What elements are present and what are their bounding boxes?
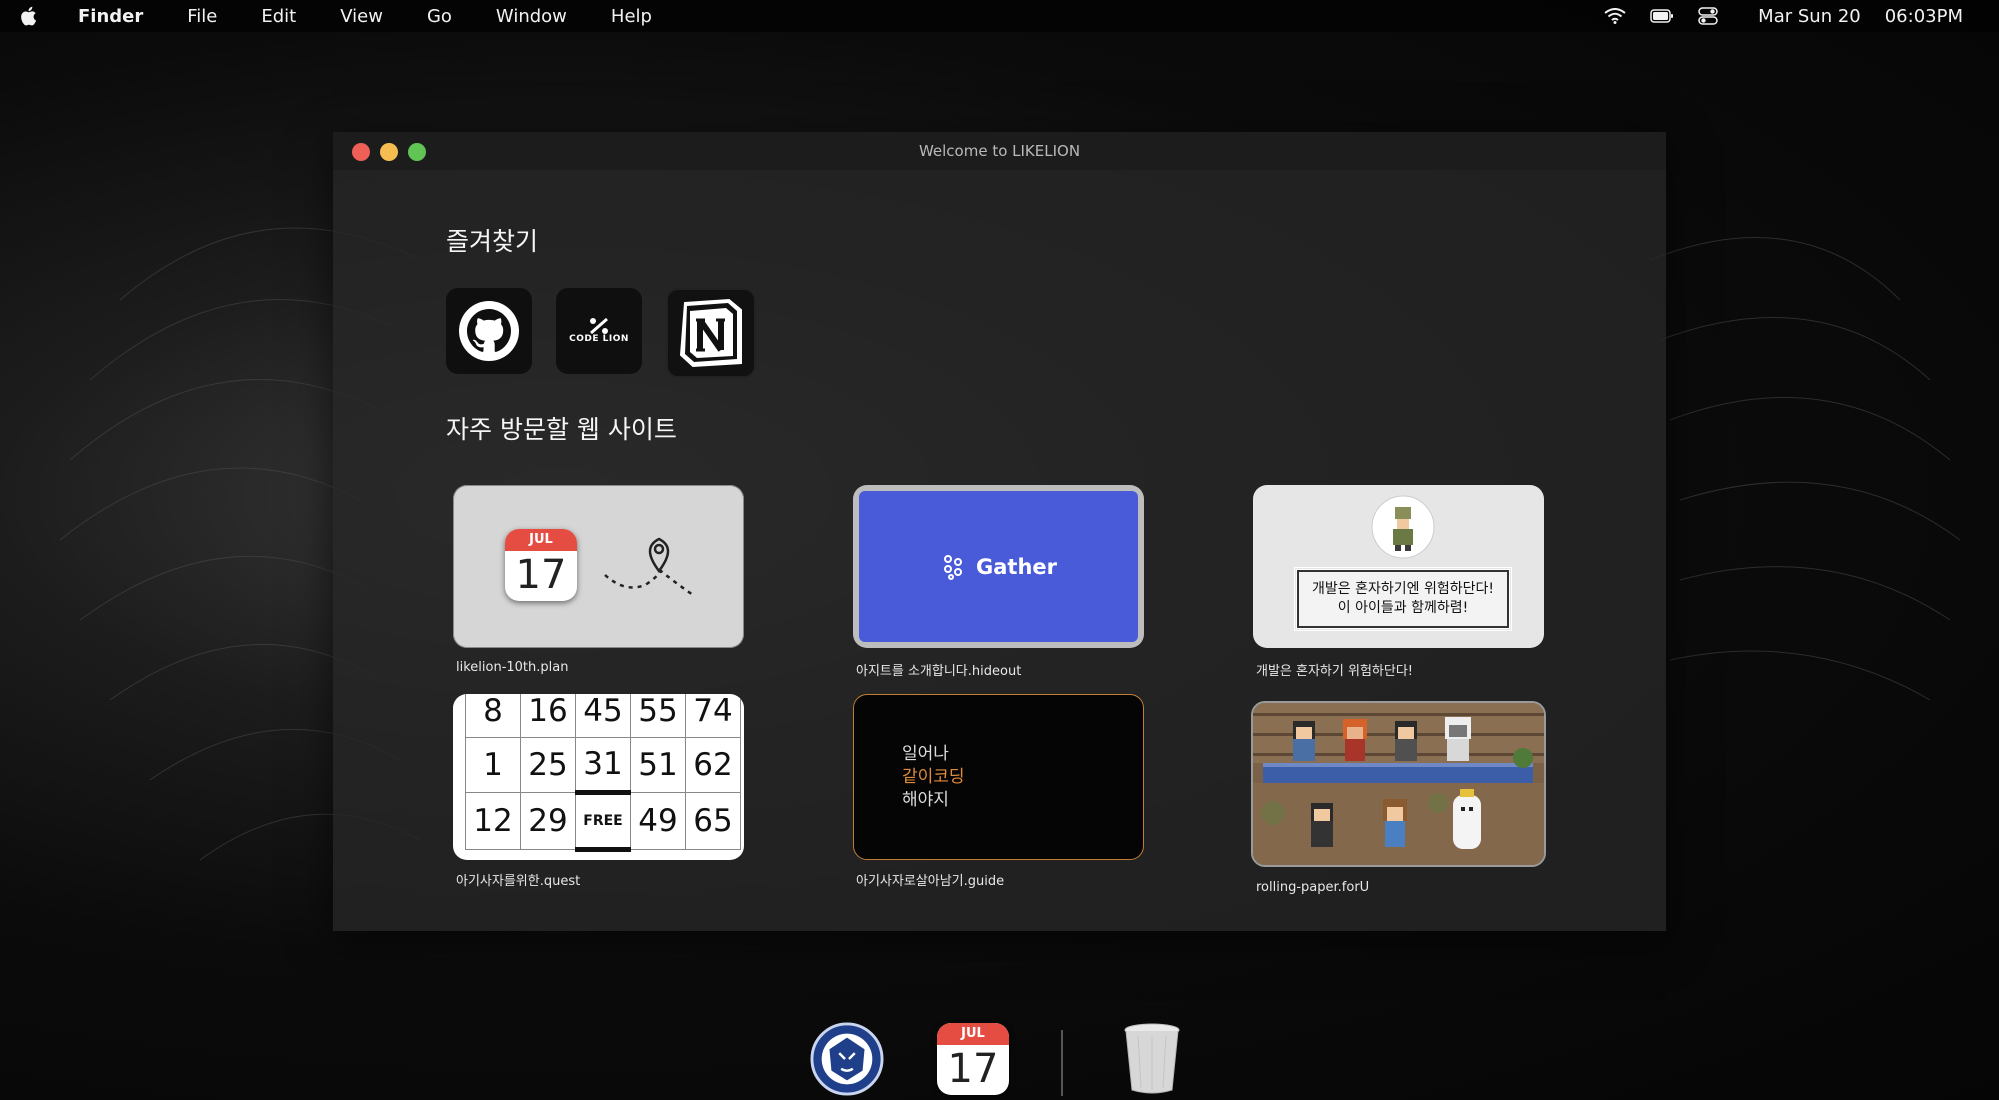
solo-line-2: 이 아이들과 함께하렴! xyxy=(1337,600,1469,616)
github-icon xyxy=(459,301,519,361)
likelion-window: Welcome to LIKELION 즐겨찾기 CODE LION 자주 방문… xyxy=(333,132,1666,931)
notion-icon xyxy=(679,298,742,368)
window-title: Welcome to LIKELION xyxy=(918,142,1081,160)
wifi-icon[interactable] xyxy=(1604,8,1626,24)
bingo-cell: 31 xyxy=(575,737,631,793)
calendar-month: JUL xyxy=(505,529,577,551)
character-avatar-icon xyxy=(1371,495,1435,559)
bingo-cell: 16 xyxy=(520,694,576,738)
quest-card[interactable]: 8 16 45 55 74 1 25 31 51 62 12 29 FREE 4… xyxy=(453,694,744,860)
favorites-row: CODE LION xyxy=(446,288,756,378)
sites-title: 자주 방문할 웹 사이트 xyxy=(446,415,677,444)
zoom-button[interactable] xyxy=(408,143,426,161)
menu-window[interactable]: Window xyxy=(496,6,567,27)
dock-calendar-day: 17 xyxy=(947,1046,999,1092)
bingo-cell: 62 xyxy=(685,737,741,793)
menu-finder[interactable]: Finder xyxy=(78,6,143,27)
solo-card-label[interactable]: 개발은 혼자하기 위험하단다! xyxy=(1256,660,1413,679)
pixel-art-characters xyxy=(1253,703,1544,865)
bingo-grid: 8 16 45 55 74 1 25 31 51 62 12 29 FREE 4… xyxy=(465,694,741,852)
quest-card-label[interactable]: 아기사자를위한.quest xyxy=(456,870,580,889)
bingo-cell: 29 xyxy=(520,792,576,850)
bingo-cell: 8 xyxy=(465,694,521,738)
dock-trash[interactable] xyxy=(1115,1022,1189,1096)
calendar-icon: JUL 17 xyxy=(505,529,577,601)
bingo-cell: 12 xyxy=(465,792,521,850)
bingo-cell: 1 xyxy=(465,737,521,793)
minimize-button[interactable] xyxy=(380,143,398,161)
guide-card[interactable]: 일어나 같이코딩 해야지 xyxy=(853,694,1144,860)
apple-icon[interactable] xyxy=(16,0,42,32)
dock-likelion-app[interactable] xyxy=(810,1022,884,1096)
bingo-cell: 55 xyxy=(630,694,686,738)
trash-icon xyxy=(1124,1023,1180,1094)
likelion-logo-icon xyxy=(810,1022,884,1096)
guide-text: 일어나 같이코딩 해야지 xyxy=(902,743,965,812)
guide-line-3: 해야지 xyxy=(902,790,949,810)
guide-line-2: 같이코딩 xyxy=(902,767,965,787)
bingo-cell: 51 xyxy=(630,737,686,793)
dock-calendar-app[interactable]: JUL 17 xyxy=(936,1022,1010,1096)
solo-dialog-box: 개발은 혼자하기엔 위험하단다! 이 아이들과 함께하렴! xyxy=(1294,567,1512,631)
guide-line-1: 일어나 xyxy=(902,744,949,764)
rolling-paper-card[interactable] xyxy=(1251,701,1546,867)
bingo-cell: 74 xyxy=(685,694,741,738)
menu-file[interactable]: File xyxy=(187,6,217,27)
codelion-icon: CODE LION xyxy=(569,317,629,345)
codelion-shortcut[interactable]: CODE LION xyxy=(556,288,642,374)
map-route-icon xyxy=(604,537,694,597)
menubar-date[interactable]: Mar Sun 20 xyxy=(1758,6,1861,27)
menu-go[interactable]: Go xyxy=(427,6,452,27)
bingo-free-cell: FREE xyxy=(575,790,631,852)
gather-brand: Gather xyxy=(976,554,1057,579)
solo-card[interactable]: 개발은 혼자하기엔 위험하단다! 이 아이들과 함께하렴! xyxy=(1253,485,1544,648)
bingo-cell: 65 xyxy=(685,792,741,850)
menubar-time[interactable]: 06:03PM xyxy=(1885,6,1963,27)
bingo-cell: 25 xyxy=(520,737,576,793)
favorites-title: 즐겨찾기 xyxy=(446,227,539,256)
github-shortcut[interactable] xyxy=(446,288,532,374)
bingo-cell: 45 xyxy=(575,694,631,738)
rolling-paper-card-label[interactable]: rolling-paper.forU xyxy=(1256,880,1369,895)
guide-card-label[interactable]: 아기사자로살아남기.guide xyxy=(856,870,1004,889)
dock: JUL 17 xyxy=(790,1010,1210,1100)
plan-card[interactable]: JUL 17 xyxy=(453,485,744,648)
solo-line-1: 개발은 혼자하기엔 위험하단다! xyxy=(1312,581,1494,598)
codelion-label: CODE LION xyxy=(569,334,629,345)
gather-card-label[interactable]: 아지트를 소개합니다.hideout xyxy=(856,660,1021,679)
notion-shortcut[interactable] xyxy=(666,288,756,378)
gather-card[interactable]: Gather xyxy=(853,485,1144,648)
menu-edit[interactable]: Edit xyxy=(261,6,296,27)
calendar-icon: JUL 17 xyxy=(937,1023,1009,1095)
control-center-icon[interactable] xyxy=(1698,6,1718,26)
gather-logo-icon xyxy=(944,554,962,580)
calendar-day: 17 xyxy=(515,552,567,598)
menu-bar: Finder File Edit View Go Window Help Mar… xyxy=(0,0,1999,32)
dock-calendar-month: JUL xyxy=(937,1023,1009,1045)
dock-divider xyxy=(1061,1030,1063,1096)
plan-card-label[interactable]: likelion-10th.plan xyxy=(456,660,568,675)
battery-icon[interactable] xyxy=(1650,9,1674,23)
menu-help[interactable]: Help xyxy=(611,6,652,27)
close-button[interactable] xyxy=(352,143,370,161)
gather-banner: Gather xyxy=(859,491,1138,642)
menu-view[interactable]: View xyxy=(340,6,383,27)
bingo-cell: 49 xyxy=(630,792,686,850)
window-titlebar[interactable]: Welcome to LIKELION xyxy=(333,132,1666,170)
